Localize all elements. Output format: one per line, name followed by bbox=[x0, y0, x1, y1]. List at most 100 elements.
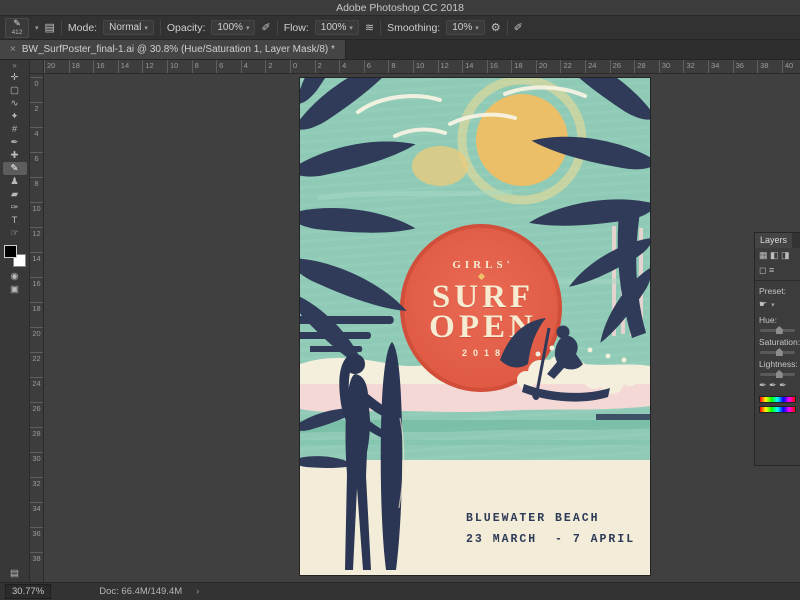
ruler-number: 2 bbox=[30, 102, 43, 127]
type-tool[interactable]: T bbox=[3, 214, 27, 227]
toolbar-collapse-icon[interactable]: » bbox=[12, 61, 16, 71]
foreground-color-swatch[interactable] bbox=[4, 245, 17, 258]
lightness-slider[interactable] bbox=[760, 373, 795, 376]
ruler-number: 14 bbox=[30, 252, 43, 277]
gear-icon[interactable]: ⚙ bbox=[491, 21, 501, 34]
tool-icon: ✒ bbox=[11, 136, 19, 149]
ruler-number: 18 bbox=[30, 302, 43, 327]
chevron-down-icon: ▾ bbox=[349, 24, 353, 32]
layer-filter-icons[interactable]: ▦ ◧ ◨ bbox=[755, 248, 800, 263]
zoom-level-field[interactable]: 30.77% bbox=[5, 584, 51, 599]
layer-kind-icons[interactable]: ◻ ≡ bbox=[755, 263, 800, 278]
vertical-ruler[interactable]: 02468101214161820222426283032343638 bbox=[30, 74, 44, 582]
screen-mode-button[interactable]: ▣ bbox=[3, 283, 27, 296]
poster-venue-text: BLUEWATER BEACH bbox=[466, 512, 600, 525]
tool-icon: ☞ bbox=[10, 227, 19, 240]
lasso-tool[interactable]: ∿ bbox=[3, 97, 27, 110]
ruler-number: 10 bbox=[30, 202, 43, 227]
flow-value: 100% bbox=[321, 22, 347, 33]
healing-brush-tool[interactable]: ✚ bbox=[3, 149, 27, 162]
eraser-tool[interactable]: ▰ bbox=[3, 188, 27, 201]
screen-mode-icon: ▣ bbox=[10, 283, 19, 296]
poster-badge-circle: GIRLS' SURF OPEN 2018 bbox=[400, 224, 562, 392]
ruler-number: 12 bbox=[438, 60, 463, 74]
ruler-number: 18 bbox=[511, 60, 536, 74]
mode-dropdown[interactable]: Normal ▾ bbox=[103, 20, 154, 35]
tool-icon: ∿ bbox=[11, 97, 19, 110]
brush-preset-picker[interactable]: ✎ 412 bbox=[5, 18, 29, 38]
document-tab-bar: × BW_SurfPoster_final-1.ai @ 30.8% (Hue/… bbox=[0, 40, 800, 60]
ruler-number: 26 bbox=[30, 402, 43, 427]
poster-year-text: 2018 bbox=[456, 348, 506, 358]
opacity-dropdown[interactable]: 100% ▾ bbox=[211, 20, 255, 35]
hand-tool[interactable]: ☞ bbox=[3, 227, 27, 240]
tool-icon: ▢ bbox=[10, 84, 19, 97]
smoothing-value: 10% bbox=[452, 22, 472, 33]
ruler-number: 20 bbox=[536, 60, 561, 74]
ruler-number: 20 bbox=[44, 60, 69, 74]
hue-slider[interactable] bbox=[760, 329, 795, 332]
ruler-number: 16 bbox=[93, 60, 118, 74]
ruler-number: 10 bbox=[167, 60, 192, 74]
clone-stamp-tool[interactable]: ♟ bbox=[3, 175, 27, 188]
tool-icon: ✎ bbox=[11, 162, 19, 175]
horizontal-ruler[interactable]: 2018161412108642024681012141618202224262… bbox=[30, 60, 800, 74]
eyedropper-tool[interactable]: ✒ bbox=[3, 136, 27, 149]
quick-selection-tool[interactable]: ✦ bbox=[3, 110, 27, 123]
tool-icon: ✛ bbox=[11, 71, 19, 84]
brush-settings-panel-icon[interactable]: ▤ bbox=[45, 21, 55, 34]
eyedropper-icons[interactable]: ✒ ✒ ✒ bbox=[755, 378, 800, 393]
chevron-down-icon: ▾ bbox=[475, 24, 479, 32]
color-swatches[interactable] bbox=[4, 245, 26, 267]
pressure-opacity-icon[interactable]: ✐ bbox=[261, 21, 270, 34]
close-icon[interactable]: × bbox=[10, 44, 16, 55]
quick-mask-icon: ◉ bbox=[10, 270, 18, 283]
chevron-down-icon: ▾ bbox=[246, 24, 250, 32]
move-tool[interactable]: ✛ bbox=[3, 71, 27, 84]
tool-icon: ✚ bbox=[11, 149, 19, 162]
lightness-label: Lightness: bbox=[755, 356, 800, 370]
ruler-origin-corner[interactable] bbox=[30, 60, 44, 74]
preset-label: Preset: bbox=[755, 283, 800, 297]
chevron-right-icon[interactable]: › bbox=[196, 586, 199, 597]
smoothing-dropdown[interactable]: 10% ▾ bbox=[446, 20, 485, 35]
ruler-number: 26 bbox=[610, 60, 635, 74]
hue-spectrum-bar bbox=[759, 406, 796, 413]
flow-dropdown[interactable]: 100% ▾ bbox=[315, 20, 359, 35]
crop-tool[interactable]: # bbox=[3, 123, 27, 136]
ruler-number: 16 bbox=[30, 277, 43, 302]
poster-footer-text: BLUEWATER BEACH23 MARCH - 7 APRIL bbox=[466, 508, 635, 550]
ruler-number: 36 bbox=[733, 60, 758, 74]
ruler-number: 12 bbox=[142, 60, 167, 74]
ruler-number: 24 bbox=[585, 60, 610, 74]
targeted-adjustment-row: ☛ ▾ bbox=[755, 297, 800, 312]
layers-panel-tab[interactable]: Layers bbox=[755, 233, 792, 248]
poster-girls-text: GIRLS' bbox=[448, 259, 513, 271]
toolbar-overflow-button[interactable]: ▤ bbox=[3, 567, 27, 580]
tool-icon: ▰ bbox=[11, 188, 18, 201]
airbrush-icon[interactable]: ≋ bbox=[365, 21, 374, 34]
ruler-number: 4 bbox=[339, 60, 364, 74]
ruler-number: 22 bbox=[30, 352, 43, 377]
ruler-number: 38 bbox=[30, 552, 43, 577]
chevron-down-icon: ▾ bbox=[144, 24, 148, 32]
marquee-tool[interactable]: ▢ bbox=[3, 84, 27, 97]
saturation-slider[interactable] bbox=[760, 351, 795, 354]
ruler-number: 10 bbox=[413, 60, 438, 74]
poster-document: GIRLS' SURF OPEN 2018 bbox=[300, 78, 650, 575]
ruler-number: 40 bbox=[782, 60, 800, 74]
targeted-adjustment-icon[interactable]: ☛ bbox=[759, 299, 767, 310]
pen-tool[interactable]: ✑ bbox=[3, 201, 27, 214]
document-tab[interactable]: × BW_SurfPoster_final-1.ai @ 30.8% (Hue/… bbox=[0, 40, 346, 59]
tool-icon: ✑ bbox=[11, 201, 19, 214]
ruler-number: 12 bbox=[30, 227, 43, 252]
brush-tool[interactable]: ✎ bbox=[3, 162, 27, 175]
ruler-number: 30 bbox=[30, 452, 43, 477]
window-title: Adobe Photoshop CC 2018 bbox=[336, 2, 464, 14]
ruler-number: 38 bbox=[757, 60, 782, 74]
pressure-size-icon[interactable]: ✐ bbox=[514, 21, 523, 34]
tool-icon: ♟ bbox=[10, 175, 19, 188]
quick-mask-button[interactable]: ◉ bbox=[3, 270, 27, 283]
status-bar: 30.77% Doc: 66.4M/149.4M › bbox=[0, 582, 800, 600]
ruler-number: 6 bbox=[216, 60, 241, 74]
